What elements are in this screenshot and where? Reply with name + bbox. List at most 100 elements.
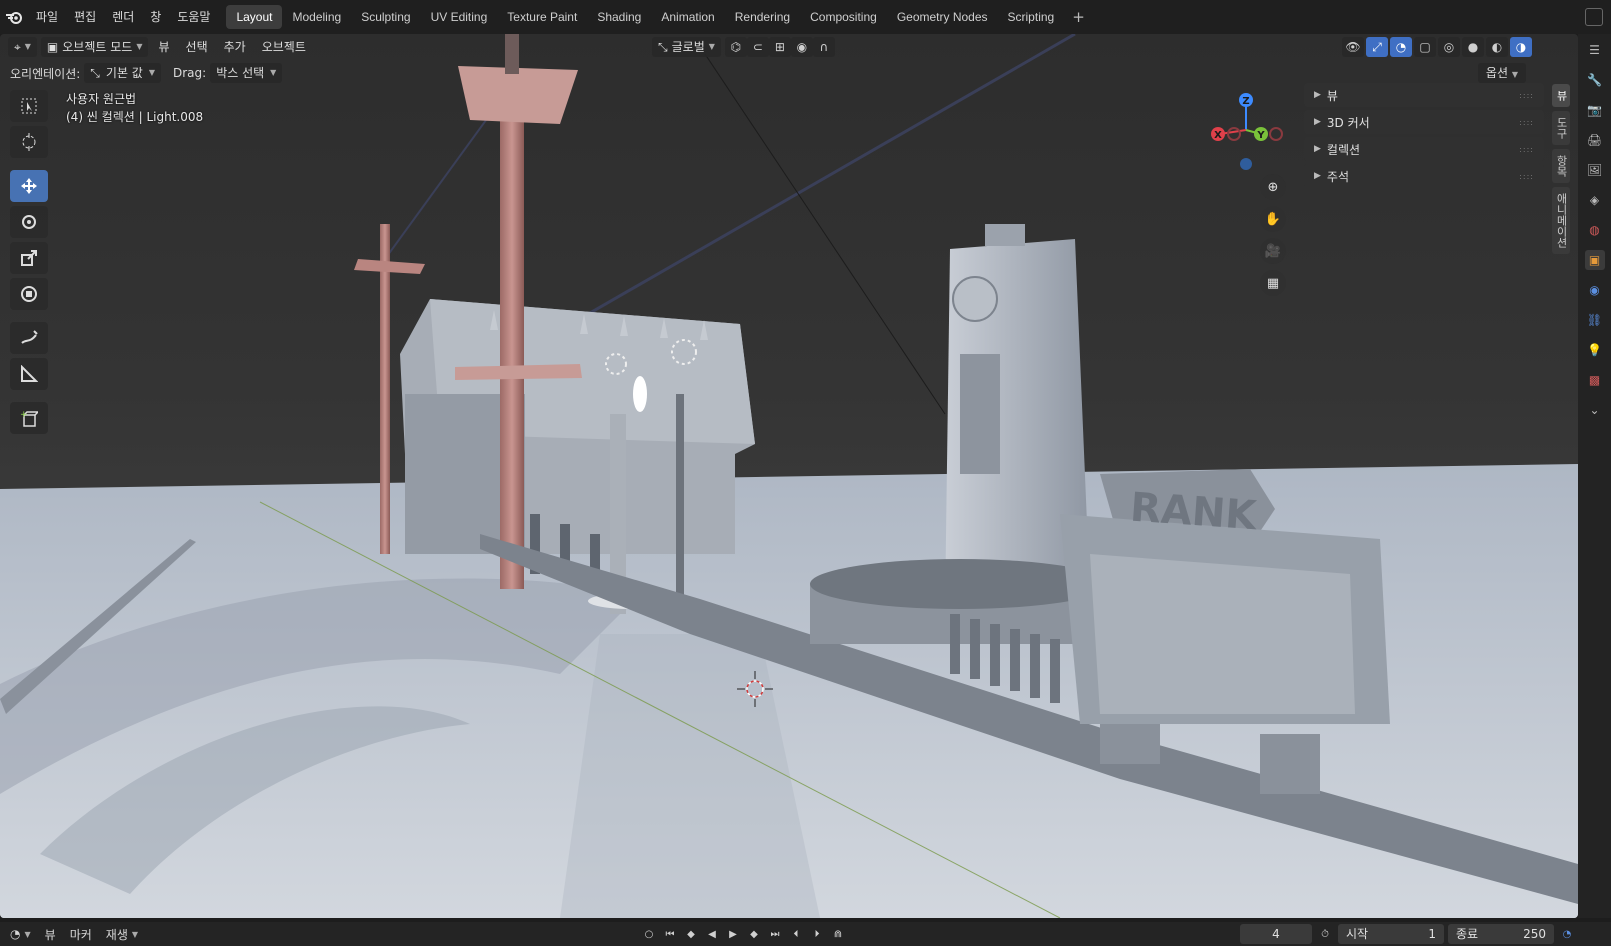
panel-collection[interactable]: ▶ 컬렉션:::: [1304,137,1544,161]
prev-frame-icon[interactable]: ⏴ [787,925,805,943]
scale-tool[interactable] [10,242,48,274]
snap-toggle-icon[interactable]: ⊂ [746,37,769,57]
scene-properties-icon[interactable]: ◈ [1585,190,1605,210]
shading-wireframe-icon[interactable]: ◎ [1438,37,1460,57]
menu-window[interactable]: 창 [142,6,169,28]
tab-animation[interactable]: Animation [651,5,724,29]
menu-help[interactable]: 도움말 [169,6,218,28]
visibility-icon[interactable]: 👁 [1342,37,1364,57]
current-frame-field[interactable]: 4 [1240,924,1312,944]
perspective-grid-icon[interactable]: ▦ [1260,270,1286,296]
pan-hand-icon[interactable]: ✋ [1260,206,1286,232]
playback-dropdown[interactable]: 재생 ▼ [106,926,138,943]
drag-grip-icon[interactable]: :::: [1519,172,1534,181]
mode-dropdown[interactable]: ▣ 오브젝트 모드 ▼ [40,37,149,57]
proportional-edit-icon[interactable]: ◉ [790,37,813,57]
drag-dropdown[interactable]: 박스 선택 ▼ [210,63,283,83]
zoom-icon[interactable]: ⊕ [1260,174,1286,200]
sidebar-tab-view[interactable]: 뷰 [1552,84,1570,107]
tab-texture-paint[interactable]: Texture Paint [497,5,587,29]
overlay-toggle-icon[interactable]: ◔ [1390,37,1412,57]
menu-view[interactable]: 뷰 [152,37,175,57]
blender-logo-icon[interactable] [0,0,28,34]
constraint-properties-icon[interactable]: ⛓ [1585,310,1605,330]
play-icon[interactable]: ▶ [724,925,742,943]
annotate-tool[interactable] [10,322,48,354]
chevron-down-icon[interactable]: ⌄ [1585,400,1605,420]
render-properties-icon[interactable]: 📷 [1585,100,1605,120]
shading-rendered-icon[interactable]: ◑ [1510,37,1532,57]
physics-properties-icon[interactable]: ◉ [1585,280,1605,300]
jump-start-icon[interactable]: ⏮ [661,925,679,943]
menu-object[interactable]: 오브젝트 [256,37,312,57]
menu-edit[interactable]: 편집 [66,6,104,28]
shading-material-icon[interactable]: ◐ [1486,37,1508,57]
timeline-menu-marker[interactable]: 마커 [70,926,92,943]
editor-type-button[interactable]: ⌖ ▼ [8,37,37,57]
start-frame-field[interactable]: 시작 1 [1338,924,1444,944]
panel-annotation[interactable]: ▶ 주석:::: [1304,164,1544,188]
falloff-icon[interactable]: ∩ [812,37,835,57]
auto-keying-icon[interactable]: ⋒ [829,925,847,943]
transform-tool[interactable] [10,278,48,310]
options-dropdown[interactable]: 옵션 ▼ [1477,63,1526,83]
tab-layout[interactable]: Layout [226,5,283,29]
tab-sculpting[interactable]: Sculpting [351,5,420,29]
sync-toggle-icon[interactable]: ◔ [1558,925,1576,943]
menu-file[interactable]: 파일 [28,6,66,28]
navigation-gizmo[interactable]: Z X Y [1206,90,1286,170]
tab-rendering[interactable]: Rendering [725,5,800,29]
camera-view-icon[interactable]: 🎥 [1260,238,1286,264]
tab-scripting[interactable]: Scripting [998,5,1065,29]
next-frame-icon[interactable]: ⏵ [808,925,826,943]
timeline-editor-type[interactable]: ◔ ▼ [10,927,31,941]
menu-add[interactable]: 추가 [218,37,252,57]
add-workspace-button[interactable]: + [1064,8,1093,26]
tab-uv-editing[interactable]: UV Editing [421,5,498,29]
texture-properties-icon[interactable]: ▩ [1585,370,1605,390]
3d-viewport[interactable]: RANK ⌖ ▼ ▣ 오브젝트 모드 ▼ 뷰 선택 추가 오브젝트 ⤡ 글로벌 ▼ ⌬ ⊂… [0,34,1578,918]
data-properties-icon[interactable]: 💡 [1585,340,1605,360]
prev-keyframe-icon[interactable]: ◆ [682,925,700,943]
panel-3d-cursor[interactable]: ▶ 3D 커서:::: [1304,110,1544,134]
play-reverse-icon[interactable]: ◀ [703,925,721,943]
outliner-editor-icon[interactable] [1585,8,1603,26]
tab-geometry-nodes[interactable]: Geometry Nodes [887,5,998,29]
sidebar-tab-animation[interactable]: 애니메이션 [1552,187,1570,254]
add-cube-tool[interactable]: + [10,402,48,434]
menu-select[interactable]: 선택 [180,37,214,57]
tool-properties-icon[interactable]: 🔧 [1585,70,1605,90]
rotate-tool[interactable] [10,206,48,238]
next-keyframe-icon[interactable]: ◆ [745,925,763,943]
stopwatch-icon[interactable]: ⏱ [1316,925,1334,943]
measure-tool[interactable] [10,358,48,390]
properties-editor-icon[interactable]: ☰ [1585,40,1605,60]
drag-grip-icon[interactable]: :::: [1519,118,1534,127]
select-box-tool[interactable] [10,90,48,122]
world-properties-icon[interactable]: ◍ [1585,220,1605,240]
sidebar-tab-tool[interactable]: 도구 [1552,111,1570,145]
cursor-tool[interactable] [10,126,48,158]
xray-toggle-icon[interactable]: ▢ [1414,37,1436,57]
timeline-menu-view[interactable]: 뷰 [45,926,56,943]
sidebar-tab-item[interactable]: 항목 [1552,149,1570,183]
drag-grip-icon[interactable]: :::: [1519,145,1534,154]
tab-modeling[interactable]: Modeling [282,5,351,29]
gizmo-toggle-icon[interactable]: ⤢ [1366,37,1388,57]
keyframe-record-icon[interactable]: ○ [640,925,658,943]
tab-compositing[interactable]: Compositing [800,5,887,29]
panel-view[interactable]: ▶ 뷰:::: [1304,83,1544,107]
view-layer-icon[interactable]: 🖼 [1585,160,1605,180]
drag-grip-icon[interactable]: :::: [1519,91,1534,100]
shading-solid-icon[interactable]: ● [1462,37,1484,57]
orientation-dropdown[interactable]: ⤡ 글로벌 ▼ [652,37,721,57]
tab-shading[interactable]: Shading [587,5,651,29]
jump-end-icon[interactable]: ⏭ [766,925,784,943]
orientation-setting-dropdown[interactable]: ⤡ 기본 값 ▼ [84,63,161,83]
object-properties-icon[interactable]: ▣ [1584,250,1605,270]
end-frame-field[interactable]: 종료 250 [1448,924,1554,944]
menu-render[interactable]: 렌더 [104,6,142,28]
pivot-point-icon[interactable]: ⌬ [724,37,747,57]
output-properties-icon[interactable]: 🖨 [1585,130,1605,150]
move-tool[interactable] [10,170,48,202]
